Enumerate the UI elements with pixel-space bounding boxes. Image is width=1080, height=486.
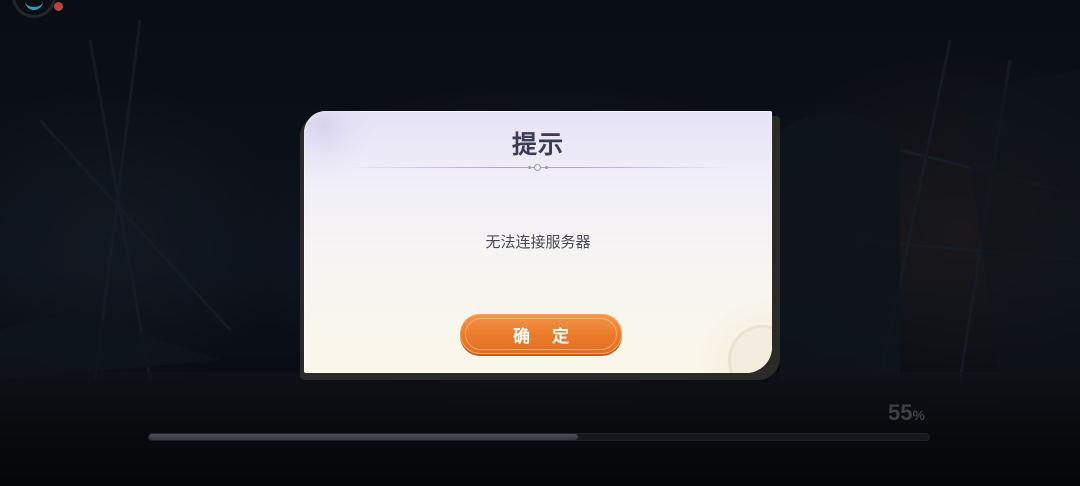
alert-dialog: 提示 无法连接服务器 确 定 [304,111,772,373]
dialog-title: 提示 [511,130,564,159]
divider-dot-right [545,166,548,169]
divider-ornament-icon [534,164,541,171]
divider-dot-left [528,166,531,169]
game-scene-background: 55% 提示 无法连接服务器 确 定 [0,0,1080,486]
confirm-button[interactable]: 确 定 [460,314,622,354]
confirm-button-label: 确 定 [513,326,577,347]
dialog-message: 无法连接服务器 [485,233,591,251]
